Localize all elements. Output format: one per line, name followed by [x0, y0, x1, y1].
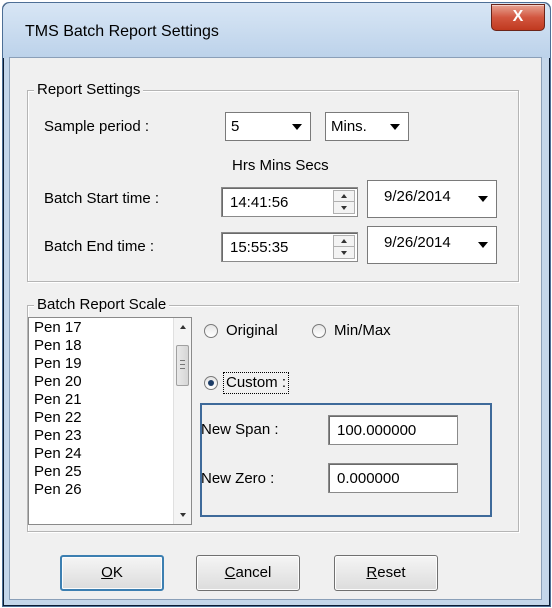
cancel-mnemonic: C [224, 564, 236, 581]
scroll-up-icon[interactable] [174, 318, 191, 336]
batch-start-time-value: 14:41:56 [230, 194, 289, 211]
reset-label-rest: eset [377, 564, 406, 581]
radio-custom-label[interactable]: Custom : [226, 374, 286, 391]
ok-mnemonic: O [101, 564, 113, 581]
batch-end-date-picker[interactable]: 9/26/2014 [367, 226, 497, 264]
batch-start-label: Batch Start time : [44, 190, 160, 207]
list-scrollbar[interactable] [173, 318, 191, 524]
scroll-thumb[interactable] [176, 345, 189, 386]
new-span-label: New Span : [201, 421, 279, 438]
list-item[interactable]: Pen 25 [31, 463, 82, 481]
batch-start-date-value: 9/26/2014 [384, 188, 451, 205]
batch-end-time-value: 15:55:35 [230, 239, 289, 256]
sample-period-label: Sample period : [44, 118, 150, 135]
ok-label-rest: K [112, 564, 123, 581]
sample-unit-select[interactable]: Mins. [325, 112, 409, 141]
window-title: TMS Batch Report Settings [25, 23, 219, 40]
batch-start-time-input[interactable]: 14:41:56 [221, 187, 358, 217]
ok-button[interactable]: OK [60, 555, 164, 591]
cancel-button[interactable]: Cancel [196, 555, 300, 591]
radio-original-label[interactable]: Original [226, 322, 278, 339]
new-zero-input[interactable]: 0.000000 [328, 463, 458, 493]
list-item[interactable]: Pen 17 [31, 319, 82, 337]
batch-start-date-picker[interactable]: 9/26/2014 [367, 180, 497, 218]
calendar-dropdown-icon[interactable] [472, 183, 494, 215]
list-item[interactable]: Pen 20 [31, 373, 82, 391]
radio-minmax-label[interactable]: Min/Max [334, 322, 391, 339]
start-time-spinner[interactable] [333, 190, 355, 214]
calendar-dropdown-icon[interactable] [472, 229, 494, 261]
reset-mnemonic: R [366, 564, 378, 581]
close-icon: X [512, 8, 524, 25]
list-item[interactable]: Pen 22 [31, 409, 82, 427]
chevron-down-icon[interactable] [384, 115, 406, 138]
pen-list[interactable]: Pen 17 Pen 18 Pen 19 Pen 20 Pen 21 Pen 2… [28, 317, 192, 525]
spin-down-icon[interactable] [334, 247, 354, 258]
close-button[interactable]: X [491, 4, 545, 31]
reset-button[interactable]: Reset [334, 555, 438, 591]
list-item[interactable]: Pen 21 [31, 391, 82, 409]
report-settings-title: Report Settings [34, 81, 144, 99]
sample-unit-value: Mins. [331, 118, 367, 135]
sample-period-select[interactable]: 5 [225, 112, 311, 141]
scroll-down-icon[interactable] [174, 506, 191, 524]
list-item[interactable]: Pen 18 [31, 337, 82, 355]
list-item[interactable]: Pen 19 [31, 355, 82, 373]
batch-end-date-value: 9/26/2014 [384, 234, 451, 251]
list-item[interactable]: Pen 26 [31, 481, 82, 499]
spin-up-icon[interactable] [334, 191, 354, 202]
chevron-down-icon[interactable] [286, 115, 308, 138]
spin-down-icon[interactable] [334, 202, 354, 213]
spin-up-icon[interactable] [334, 236, 354, 247]
list-item[interactable]: Pen 24 [31, 445, 82, 463]
batch-end-label: Batch End time : [44, 238, 155, 255]
end-time-spinner[interactable] [333, 235, 355, 259]
time-format-header: Hrs Mins Secs [232, 157, 329, 174]
list-item[interactable]: Pen 23 [31, 427, 82, 445]
cancel-label-rest: ancel [235, 564, 272, 581]
new-zero-value: 0.000000 [337, 470, 400, 487]
sample-period-value: 5 [231, 118, 240, 135]
radio-minmax[interactable] [312, 324, 326, 338]
new-span-input[interactable]: 100.000000 [328, 415, 458, 445]
batch-report-scale-title: Batch Report Scale [34, 296, 170, 314]
batch-end-time-input[interactable]: 15:55:35 [221, 232, 358, 262]
new-span-value: 100.000000 [337, 422, 417, 439]
radio-original[interactable] [204, 324, 218, 338]
new-zero-label: New Zero : [201, 470, 275, 487]
title-bar[interactable]: TMS Batch Report Settings X [3, 3, 550, 58]
radio-custom[interactable] [204, 376, 218, 390]
